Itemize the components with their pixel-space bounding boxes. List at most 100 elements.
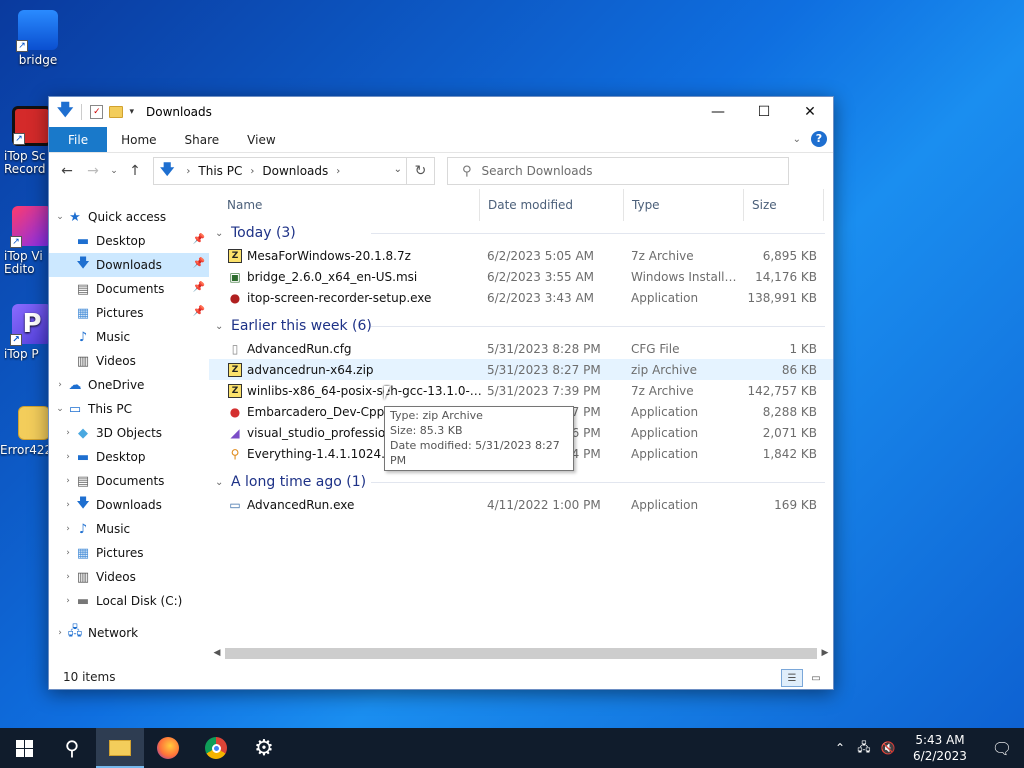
nav-item[interactable]: ▬ Desktop 📌 (49, 229, 209, 253)
expand-ribbon-icon[interactable]: ⌄ (793, 134, 801, 145)
file-row[interactable]: ▭ AdvancedRun.exe 4/11/2022 1:00 PM Applica… (209, 494, 833, 515)
clock[interactable]: 5:43 AM 6/2/2023 (900, 732, 980, 764)
scroll-right-arrow-icon[interactable]: ▶ (817, 648, 833, 658)
nav-item[interactable]: › ▬ Desktop (49, 445, 209, 469)
forward-button[interactable]: → (81, 159, 105, 183)
tab-home[interactable]: Home (107, 127, 170, 152)
details-view-icon[interactable]: ☰ (781, 669, 803, 687)
address-dropdown-icon[interactable]: ⌄ (394, 164, 402, 175)
address-bar[interactable]: 🡇 › This PC › Downloads › ⌄ ↻ (153, 157, 435, 185)
file-row[interactable]: Z MesaForWindows-20.1.8.7z 6/2/2023 5:05 A… (209, 245, 833, 266)
breadcrumb-this-pc[interactable]: This PC (198, 164, 242, 178)
nav-item[interactable]: › ▦ Pictures (49, 541, 209, 565)
chevron-down-icon[interactable]: ⌄ (53, 212, 67, 222)
taskbar-chrome[interactable] (192, 728, 240, 768)
large-icons-view-icon[interactable]: ▭ (805, 669, 827, 687)
taskbar-search-button[interactable]: ⚲ (48, 728, 96, 768)
nav-item[interactable]: › ▬ Local Disk (C:) (49, 589, 209, 613)
chevron-right-icon[interactable]: › (53, 380, 67, 390)
chevron-down-icon[interactable]: ⌄ (53, 404, 67, 414)
breadcrumb-downloads[interactable]: Downloads (262, 164, 328, 178)
help-icon[interactable]: ? (811, 131, 827, 147)
desktop-icon-itop-video-editor[interactable]: ↗ iTop Vi Edito (4, 206, 48, 276)
nav-item[interactable]: ▦ Pictures 📌 (49, 301, 209, 325)
chevron-right-icon[interactable]: › (61, 524, 75, 534)
recent-locations-button[interactable]: ⌄ (107, 159, 121, 183)
chevron-right-icon[interactable]: › (186, 166, 190, 177)
scroll-left-arrow-icon[interactable]: ◀ (209, 648, 225, 658)
chevron-right-icon[interactable]: › (61, 428, 75, 438)
taskbar-settings[interactable]: ⚙ (240, 728, 288, 768)
volume-muted-icon[interactable]: 🔇 (876, 741, 900, 755)
chevron-right-icon[interactable]: › (61, 548, 75, 558)
search-input[interactable]: ⚲ Search Downloads (447, 157, 789, 185)
nav-item[interactable]: ⌄ ▭ This PC (49, 397, 209, 421)
pin-icon[interactable]: 📌 (193, 258, 205, 269)
nav-item[interactable]: ⌄ ★ Quick access (49, 205, 209, 229)
file-row[interactable]: Zwinlibs-x86_64-posix-seh-gcc-13.1.0-llv… (209, 380, 833, 401)
chevron-right-icon[interactable]: › (61, 572, 75, 582)
chevron-right-icon[interactable]: › (61, 476, 75, 486)
file-row[interactable]: ▯ AdvancedRun.cfg 5/31/2023 8:28 PM CFG Fil… (209, 338, 833, 359)
file-group-header[interactable]: ⌄ Today (3) (209, 221, 833, 245)
nav-item[interactable]: ▥ Videos (49, 349, 209, 373)
tab-share[interactable]: Share (171, 127, 234, 152)
refresh-button[interactable]: ↻ (406, 158, 434, 184)
desktop-icon-error-folder[interactable]: Error422_ (0, 406, 48, 457)
back-button[interactable]: ← (55, 159, 79, 183)
chevron-right-icon[interactable]: › (61, 500, 75, 510)
column-name[interactable]: Name (227, 198, 262, 212)
file-row[interactable]: ▣ bridge_2.6.0_x64_en-US.msi 6/2/2023 3:55… (209, 266, 833, 287)
column-divider[interactable] (743, 189, 744, 221)
chevron-down-icon[interactable]: ⌄ (215, 228, 231, 239)
nav-item[interactable]: ♪ Music (49, 325, 209, 349)
maximize-button[interactable]: ☐ (741, 97, 787, 127)
nav-item[interactable]: › ☁ OneDrive (49, 373, 209, 397)
minimize-button[interactable]: — (695, 97, 741, 127)
column-divider[interactable] (823, 189, 824, 221)
chevron-right-icon[interactable]: › (53, 628, 67, 638)
chevron-down-icon[interactable]: ⌄ (215, 321, 231, 332)
column-divider[interactable] (623, 189, 624, 221)
chevron-down-icon[interactable]: ⌄ (215, 477, 231, 488)
pin-icon[interactable]: 📌 (193, 282, 205, 293)
pin-icon[interactable]: 📌 (193, 306, 205, 317)
nav-item[interactable]: › ▥ Videos (49, 565, 209, 589)
column-type[interactable]: Type (632, 198, 660, 212)
new-folder-icon[interactable] (109, 106, 124, 118)
scrollbar-thumb[interactable] (225, 648, 817, 659)
scrollbar-track[interactable] (225, 646, 817, 660)
pin-icon[interactable]: 📌 (193, 234, 205, 245)
customize-toolbar-icon[interactable]: ▾ (129, 107, 134, 117)
properties-icon[interactable]: ✓ (90, 105, 104, 119)
notification-icon[interactable]: 🗨 (980, 739, 1024, 758)
file-row[interactable]: ● itop-screen-recorder-setup.exe 6/2/2023 … (209, 287, 833, 308)
file-row[interactable]: Zadvancedrun-x64.zip 5/31/2023 8:27 PM zip… (209, 359, 833, 380)
nav-item[interactable]: › 🖧 Network (49, 621, 209, 645)
desktop-icon-bridge[interactable]: ↗ bridge (8, 10, 68, 67)
chevron-right-icon[interactable]: › (336, 166, 340, 177)
column-divider[interactable] (479, 189, 480, 221)
horizontal-scrollbar[interactable]: ◀ ▶ (209, 645, 833, 661)
nav-item[interactable]: › ▤ Documents (49, 469, 209, 493)
desktop-icon-itop-screen-recorder[interactable]: ↗ iTop Sc Record (4, 106, 48, 176)
column-size[interactable]: Size (752, 198, 777, 212)
column-date-modified[interactable]: Date modified (488, 198, 573, 212)
tab-view[interactable]: View (233, 127, 289, 152)
file-group-header[interactable]: ⌄ A long time ago (1) (209, 470, 833, 494)
nav-item[interactable]: › 🡇 Downloads (49, 493, 209, 517)
title-bar[interactable]: 🡇 ✓ ▾ Downloads — ☐ ✕ (49, 97, 833, 127)
up-button[interactable]: ↑ (123, 159, 147, 183)
taskbar-file-explorer[interactable] (96, 728, 144, 768)
network-icon[interactable]: 🖧 (852, 738, 876, 759)
close-button[interactable]: ✕ (787, 97, 833, 127)
chevron-right-icon[interactable]: › (250, 166, 254, 177)
start-button[interactable] (0, 728, 48, 768)
tab-file[interactable]: File (49, 127, 108, 152)
taskbar-firefox[interactable] (144, 728, 192, 768)
desktop-icon-itop-pdf[interactable]: P ↗ iTop P (4, 304, 48, 361)
nav-item[interactable]: › ♪ Music (49, 517, 209, 541)
nav-item[interactable]: › ◆ 3D Objects (49, 421, 209, 445)
nav-item[interactable]: ▤ Documents 📌 (49, 277, 209, 301)
chevron-right-icon[interactable]: › (61, 596, 75, 606)
